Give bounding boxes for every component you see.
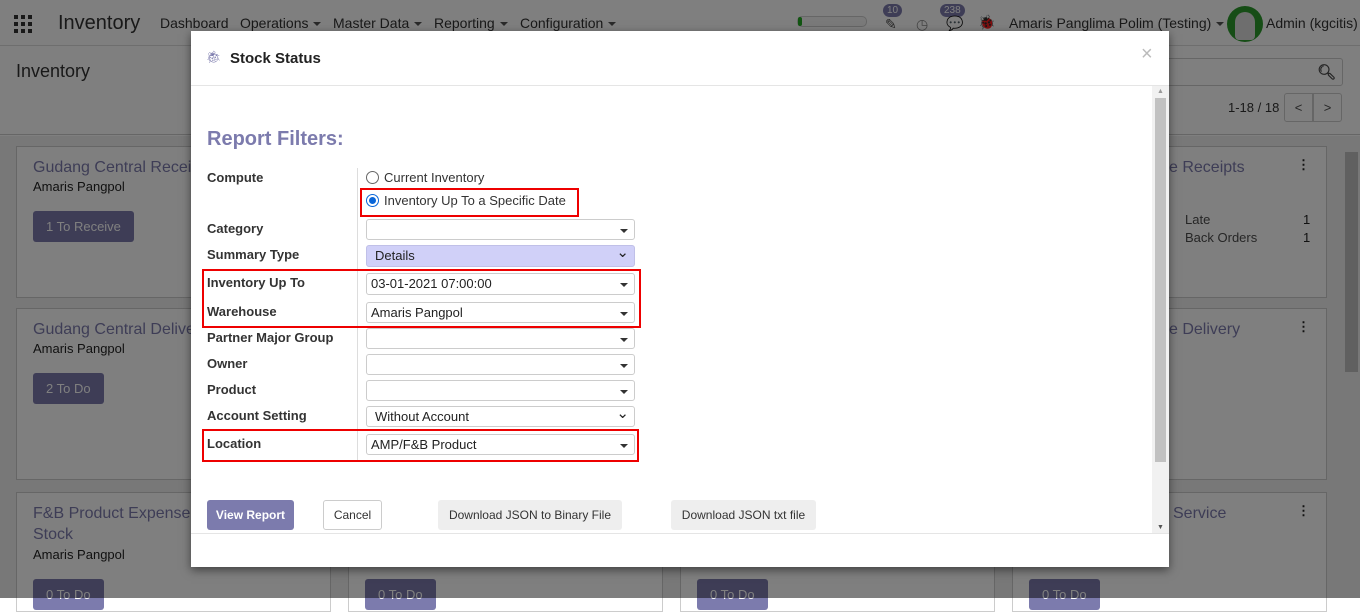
bug-icon: 🐞︎ [206,50,222,64]
field-label: Product [207,382,257,397]
summary-type-select[interactable]: Details [366,243,635,267]
owner-select[interactable] [366,354,635,375]
download-json-binary-button[interactable]: Download JSON to Binary File [438,500,622,530]
modal-title: Stock Status [230,50,321,67]
category-select[interactable] [366,219,635,240]
field-label: Account Setting [207,408,307,423]
field-label: Category [207,221,264,236]
modal-header: 🐞︎ Stock Status × [191,31,1169,86]
radio-label-current: Current Inventory [384,170,485,185]
account-setting-select[interactable]: Without Account [366,404,635,427]
stock-status-dialog: 🐞︎ Stock Status × Report Filters: Comput… [191,31,1169,567]
modal-body: Report Filters: Compute Current Inventor… [191,86,1169,533]
modal-footer [191,533,1169,567]
cancel-button[interactable]: Cancel [323,500,382,530]
field-label: Summary Type [207,247,300,262]
radio-current-inventory[interactable] [366,171,379,184]
view-report-button[interactable]: View Report [207,500,294,530]
highlight-box [202,269,641,328]
modal-scrollbar[interactable]: ▲ ▼ [1152,86,1169,533]
download-json-txt-button[interactable]: Download JSON txt file [671,500,816,530]
highlight-box [360,188,579,217]
partner-major-group-select[interactable] [366,328,635,349]
compute-label: Compute [207,170,264,185]
section-title: Report Filters: [207,128,344,150]
field-label: Partner Major Group [207,330,334,345]
close-button[interactable]: × [1141,43,1153,66]
field-label: Owner [207,356,248,371]
highlight-box [202,429,639,462]
product-select[interactable] [366,380,635,401]
